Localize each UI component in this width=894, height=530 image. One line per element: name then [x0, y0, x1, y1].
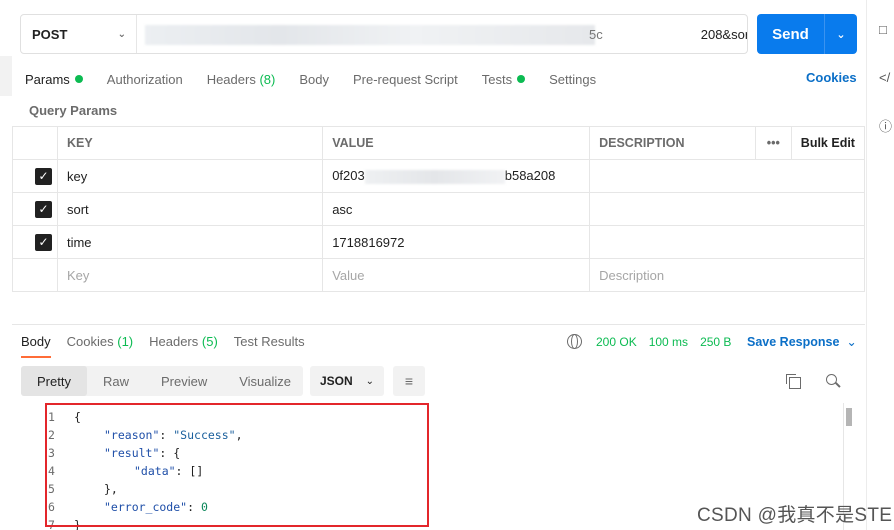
watermark: CSDN @我真不是STE: [697, 505, 893, 526]
param-value[interactable]: asc: [322, 192, 591, 226]
chevron-down-icon: ⌄: [117, 28, 126, 40]
param-description[interactable]: [589, 192, 865, 226]
tab-response-body[interactable]: Body: [21, 334, 51, 358]
right-sidebar: □ </ ⓘ: [866, 0, 894, 530]
search-icon[interactable]: [826, 374, 840, 388]
tab-response-cookies[interactable]: Cookies (1): [67, 334, 133, 349]
more-options-icon[interactable]: •••: [754, 126, 792, 160]
tab-authorization[interactable]: Authorization: [107, 72, 183, 87]
row-checkbox-cell: ✓: [12, 192, 58, 226]
method-select[interactable]: POST ⌄: [21, 15, 137, 53]
view-raw[interactable]: Raw: [87, 366, 145, 396]
param-key[interactable]: sort: [56, 192, 324, 226]
value-redacted-blur: [364, 169, 505, 184]
query-params-title: Query Params: [29, 103, 118, 118]
status-code[interactable]: 200 OK: [596, 335, 637, 349]
left-edge-strip: [0, 56, 12, 96]
param-description[interactable]: [589, 159, 865, 193]
value-column-header: VALUE: [322, 126, 591, 160]
format-select[interactable]: JSON ⌄: [310, 366, 384, 396]
url-redacted-blur: [145, 25, 595, 45]
save-response-button[interactable]: Save Response ⌄: [747, 334, 857, 349]
param-description[interactable]: [589, 225, 865, 259]
tab-response-headers[interactable]: Headers (5): [149, 334, 218, 349]
response-tabs: Body Cookies (1) Headers (5) Test Result…: [21, 334, 321, 358]
checkbox-checked[interactable]: ✓: [35, 167, 52, 185]
table-row: ✓ key 0f203 b58a208: [12, 159, 865, 193]
new-key-input[interactable]: Key: [56, 258, 324, 292]
request-bar: POST ⌄ 5c208&sort=asc&time=1718: [20, 14, 748, 54]
tab-pre-request-script[interactable]: Pre-request Script: [353, 72, 458, 87]
code-icon[interactable]: </: [879, 70, 890, 85]
tab-settings[interactable]: Settings: [549, 72, 596, 87]
send-options-chevron-icon[interactable]: ⌄: [825, 28, 857, 41]
param-key[interactable]: time: [56, 225, 324, 259]
row-checkbox-cell: ✓: [12, 159, 58, 193]
param-value[interactable]: 1718816972: [322, 225, 591, 259]
key-column-header: KEY: [56, 126, 324, 160]
view-visualize[interactable]: Visualize: [223, 366, 307, 396]
table-row: ✓ sort asc: [12, 192, 865, 226]
tab-headers[interactable]: Headers (8): [207, 72, 276, 87]
tab-params[interactable]: Params: [25, 72, 83, 87]
table-header-row: KEY VALUE DESCRIPTION ••• Bulk Edit: [12, 126, 866, 160]
param-key[interactable]: key: [56, 159, 324, 193]
send-label: Send: [772, 25, 809, 43]
format-label: JSON: [320, 374, 353, 388]
url-text-visible: 5c208&sort=asc&time=1718: [589, 26, 747, 42]
checkbox-checked[interactable]: ✓: [35, 200, 52, 218]
cookies-link[interactable]: Cookies: [806, 70, 857, 85]
url-input[interactable]: 5c208&sort=asc&time=1718: [137, 15, 747, 53]
query-params-table: KEY VALUE DESCRIPTION ••• Bulk Edit ✓ ke…: [12, 126, 866, 292]
tab-test-results[interactable]: Test Results: [234, 334, 305, 349]
tab-tests[interactable]: Tests: [482, 72, 526, 87]
comments-icon[interactable]: □: [879, 22, 887, 37]
highlight-box: [45, 403, 429, 527]
request-tabs: Params Authorization Headers (8) Body Pr…: [25, 70, 620, 88]
table-row-empty: Key Value Description: [12, 258, 865, 292]
view-preview[interactable]: Preview: [145, 366, 223, 396]
response-size[interactable]: 250 B: [700, 335, 731, 349]
param-value[interactable]: 0f203 b58a208: [322, 159, 591, 193]
globe-icon[interactable]: [567, 334, 582, 349]
checkbox-checked[interactable]: ✓: [35, 233, 52, 251]
bulk-edit-button[interactable]: Bulk Edit: [790, 126, 866, 160]
view-mode-tabs: Pretty Raw Preview Visualize: [21, 366, 303, 396]
select-column-header: [12, 126, 58, 160]
tab-body[interactable]: Body: [299, 72, 329, 87]
new-description-input[interactable]: Description: [589, 258, 865, 292]
copy-icon[interactable]: [786, 374, 801, 389]
chevron-down-icon: ⌄: [365, 375, 374, 387]
status-dot-icon: [517, 75, 526, 83]
new-value-input[interactable]: Value: [322, 258, 591, 292]
send-button[interactable]: Send ⌄: [757, 14, 857, 54]
scrollbar-thumb[interactable]: [846, 408, 852, 426]
status-dot-icon: [74, 75, 83, 83]
response-time[interactable]: 100 ms: [649, 335, 688, 349]
chevron-down-icon: ⌄: [846, 335, 857, 349]
response-meta: 200 OK 100 ms 250 B: [567, 334, 743, 349]
table-row: ✓ time 1718816972: [12, 225, 865, 259]
info-icon[interactable]: ⓘ: [879, 116, 892, 135]
description-column-header: DESCRIPTION: [589, 126, 756, 160]
view-pretty[interactable]: Pretty: [21, 366, 87, 396]
row-checkbox-cell: [12, 258, 58, 292]
wrap-lines-icon[interactable]: ≡: [393, 366, 425, 396]
section-divider: [12, 324, 865, 325]
row-checkbox-cell: ✓: [12, 225, 58, 259]
method-label: POST: [32, 26, 68, 42]
